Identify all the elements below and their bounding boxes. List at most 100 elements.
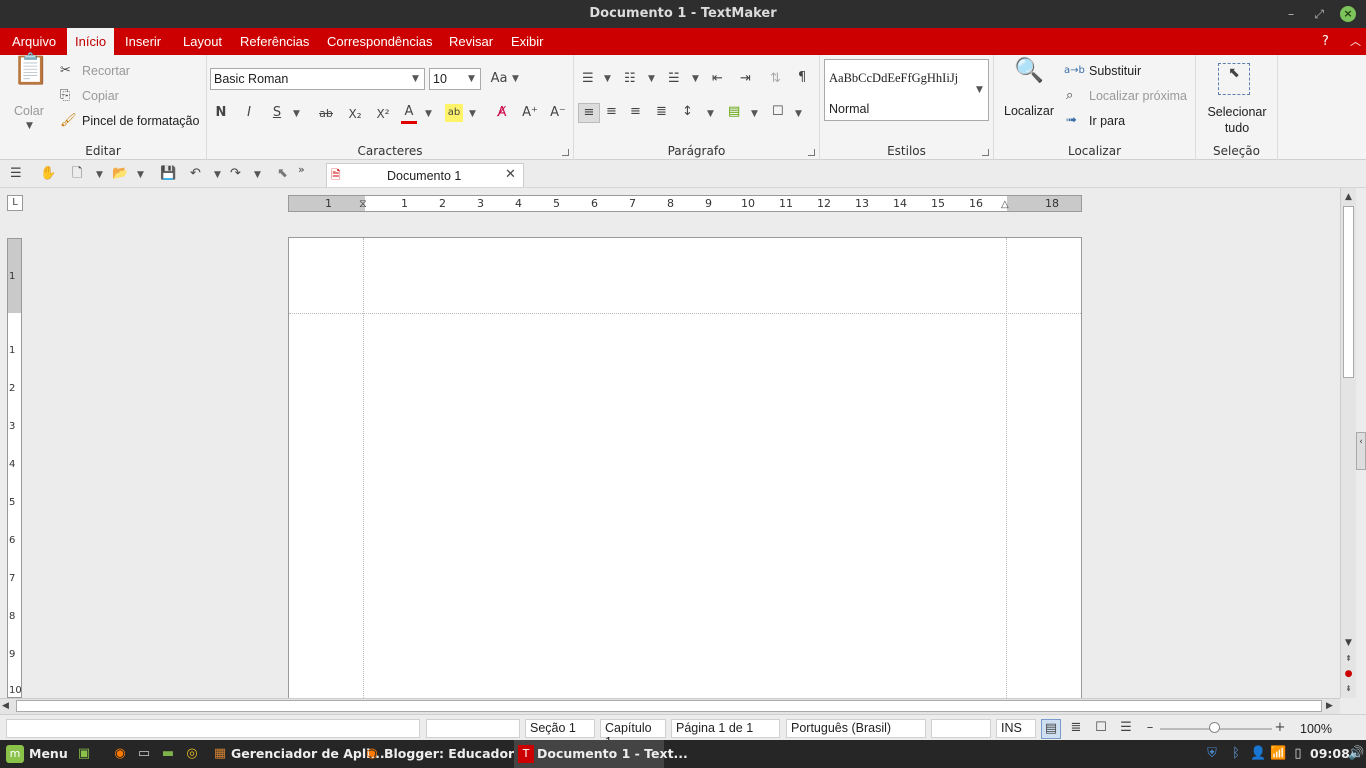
dialog-launcher-icon[interactable] (808, 149, 815, 156)
vertical-ruler[interactable]: 1 1 2 3 4 5 6 7 8 9 10 (7, 238, 22, 698)
zoom-in-icon[interactable]: + (1274, 719, 1286, 737)
open-folder-icon[interactable]: 📂 (112, 165, 128, 183)
hand-tool-icon[interactable]: ✋ (40, 165, 56, 183)
mint-menu-icon[interactable]: m (6, 745, 24, 763)
paste-button[interactable]: Colar (14, 104, 44, 118)
paste-dropdown-icon[interactable]: ▼ (26, 121, 33, 131)
case-dropdown-icon[interactable]: ▼ (512, 74, 519, 84)
multilevel-icon[interactable]: ☱ (668, 70, 680, 88)
status-insert-mode[interactable]: INS (996, 719, 1036, 738)
bold-button[interactable]: N (213, 104, 229, 122)
tab-inicio[interactable]: Início (67, 28, 115, 55)
size-dropdown-icon[interactable]: ▼ (468, 74, 475, 84)
line-spacing-icon[interactable]: ↕ (682, 103, 693, 121)
user-icon[interactable]: 👤 (1250, 745, 1266, 763)
redo-icon[interactable]: ↷ (230, 165, 241, 183)
scroll-right-icon[interactable]: ▶ (1326, 697, 1333, 715)
zoom-out-icon[interactable]: – (1144, 719, 1156, 737)
multilevel-dropdown-icon[interactable]: ▼ (692, 74, 699, 84)
h-scroll-thumb[interactable] (16, 700, 1322, 712)
tab-inserir[interactable]: Inserir (117, 28, 169, 55)
decrease-indent-icon[interactable]: ⇤ (712, 70, 723, 88)
open-dropdown-icon[interactable]: ▼ (137, 170, 144, 180)
horizontal-scrollbar[interactable]: ◀ ▶ (0, 698, 1340, 714)
vertical-scrollbar[interactable]: ▲ ▼ ⇞ ● ⇟ (1340, 188, 1356, 698)
close-tab-icon[interactable]: ✕ (505, 166, 516, 184)
tab-exibir[interactable]: Exibir (503, 28, 552, 55)
maximize-icon[interactable]: ⤢ (1314, 0, 1324, 28)
borders-dropdown-icon[interactable]: ▼ (795, 109, 802, 119)
font-dropdown-icon[interactable]: ▼ (412, 74, 419, 84)
firefox-icon[interactable]: ◉ (110, 745, 130, 763)
start-menu-button[interactable]: Menu (29, 740, 68, 768)
zoom-slider-thumb[interactable] (1209, 722, 1220, 733)
terminal-icon[interactable]: ▭ (134, 745, 154, 763)
goto-button[interactable]: Ir para (1089, 114, 1125, 128)
align-left-icon[interactable]: ≡ (578, 103, 600, 123)
document-tab[interactable]: 🗎 Documento 1 ✕ (326, 163, 524, 187)
hamburger-menu-icon[interactable]: ☰ (10, 165, 22, 183)
spacing-dropdown-icon[interactable]: ▼ (707, 109, 714, 119)
clock[interactable]: 09:08 (1310, 740, 1350, 768)
pilcrow-icon[interactable]: ¶ (798, 69, 806, 87)
document-page[interactable] (288, 237, 1082, 708)
horizontal-ruler[interactable]: ⧖ △ 1 1 2 3 4 5 6 7 8 9 10 11 12 13 14 15 16 18 (288, 195, 1082, 212)
paste-icon[interactable]: 📋 (12, 55, 49, 99)
clear-format-icon[interactable]: A̸ (493, 104, 511, 122)
minimize-icon[interactable]: – (1288, 0, 1294, 28)
align-right-icon[interactable]: ≡ (630, 103, 641, 121)
next-page-icon[interactable]: ⇟ (1342, 680, 1355, 698)
find-button[interactable]: Localizar (1004, 104, 1054, 118)
cut-button[interactable]: Recortar (82, 64, 130, 78)
collapse-ribbon-icon[interactable]: ︿ (1350, 28, 1361, 55)
font-color-dropdown-icon[interactable]: ▼ (425, 109, 432, 119)
new-dropdown-icon[interactable]: ▼ (96, 170, 103, 180)
save-icon[interactable]: 💾 (160, 165, 176, 183)
taskbar-item-app-manager[interactable]: Gerenciador de Apli... (231, 740, 385, 768)
bullets-icon[interactable]: ☰ (582, 70, 594, 88)
right-indent-marker[interactable]: △ (1001, 196, 1009, 214)
strikethrough-button[interactable]: ab (317, 105, 335, 123)
style-gallery[interactable]: AaBbCcDdEeFfGgHhIiJj Normal ▼ (824, 59, 989, 121)
select-all-button[interactable]: Selecionar tudo (1200, 104, 1274, 136)
taskbar-item-textmaker[interactable]: Documento 1 - Text... (537, 740, 688, 768)
overflow-chevron-icon[interactable]: » (298, 161, 305, 179)
chrome-icon[interactable]: ◎ (182, 745, 202, 763)
new-document-icon[interactable]: 🗋 (72, 165, 82, 183)
pointer-icon[interactable]: ⬉ (277, 165, 288, 183)
find-next-button[interactable]: Localizar próxima (1089, 89, 1187, 103)
superscript-button[interactable]: X² (373, 105, 393, 123)
shading-icon[interactable]: ▤ (728, 103, 740, 121)
font-color-button[interactable]: A (401, 103, 417, 124)
format-painter-button[interactable]: Pincel de formatação (82, 114, 199, 128)
magnifier-icon[interactable]: 🔍 (1012, 58, 1046, 95)
tab-revisar[interactable]: Revisar (441, 28, 501, 55)
tab-referencias[interactable]: Referências (232, 28, 317, 55)
scroll-left-icon[interactable]: ◀ (2, 697, 9, 715)
dialog-launcher-icon[interactable] (982, 149, 989, 156)
zoom-level[interactable]: 100% (1300, 722, 1332, 736)
italic-button[interactable]: I (241, 104, 257, 122)
undo-icon[interactable]: ↶ (190, 165, 201, 183)
shading-dropdown-icon[interactable]: ▼ (751, 109, 758, 119)
undo-dropdown-icon[interactable]: ▼ (214, 170, 221, 180)
borders-icon[interactable]: ☐ (772, 103, 784, 121)
files-icon[interactable]: ▬ (158, 745, 178, 763)
justify-icon[interactable]: ≣ (656, 103, 667, 121)
help-icon[interactable]: ? (1322, 28, 1329, 55)
shield-icon[interactable]: ⛨ (1204, 745, 1220, 763)
highlight-dropdown-icon[interactable]: ▼ (469, 109, 476, 119)
tab-stop-selector-icon[interactable]: L (7, 195, 23, 211)
change-case-icon[interactable]: Aa (489, 70, 509, 88)
subscript-button[interactable]: X₂ (345, 105, 365, 123)
style-dropdown-icon[interactable]: ▼ (976, 85, 983, 95)
volume-icon[interactable]: 🔊 (1348, 745, 1364, 763)
show-desktop-icon[interactable]: ▣ (74, 745, 94, 763)
copy-button[interactable]: Copiar (82, 89, 119, 103)
tab-arquivo[interactable]: Arquivo (4, 28, 64, 55)
sort-icon[interactable]: ⇅ (770, 70, 781, 88)
replace-button[interactable]: Substituir (1089, 64, 1141, 78)
increase-indent-icon[interactable]: ⇥ (740, 70, 751, 88)
bluetooth-icon[interactable]: ᛒ (1228, 745, 1244, 763)
outline-view-icon[interactable]: ☰ (1116, 719, 1136, 737)
